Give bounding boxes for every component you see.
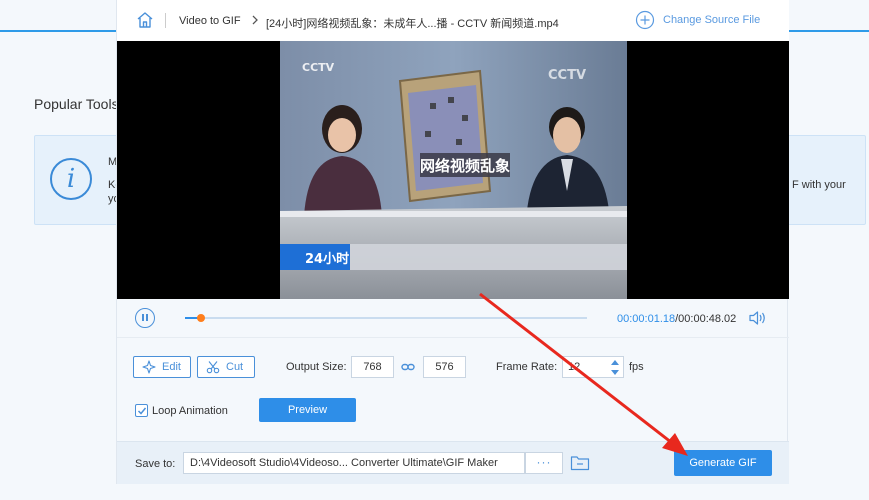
save-bar: Save to: D:\4Videosoft Studio\4Videoso..… [117, 441, 789, 484]
edit-sparkle-icon [142, 360, 156, 374]
controls-divider [117, 337, 789, 338]
volume-icon[interactable] [749, 310, 767, 326]
news-broadcast-image: 网络视频乱象 CCTV CCTV 24小时 [280, 41, 627, 299]
scissors-icon [206, 361, 220, 374]
time-display: 00:00:01.18/00:00:48.02 [617, 313, 736, 325]
breadcrumb-separator [165, 13, 166, 28]
edit-label: Edit [162, 361, 181, 373]
save-to-label: Save to: [135, 458, 176, 470]
cut-button[interactable]: Cut [197, 356, 255, 378]
fps-label: fps [629, 361, 644, 373]
browse-button[interactable]: ··· [525, 452, 563, 474]
home-icon[interactable] [135, 10, 155, 30]
screen-title-text: 网络视频乱象 [420, 157, 510, 175]
frame-rate-increment[interactable] [611, 360, 619, 365]
cut-label: Cut [226, 361, 244, 373]
channel-logo-right: CCTV [548, 68, 586, 83]
progress-knob[interactable] [197, 314, 206, 322]
channel-logo-left: CCTV [302, 61, 335, 74]
loop-animation-checkbox[interactable] [135, 404, 148, 417]
total-time: /00:00:48.02 [675, 313, 737, 325]
folder-icon[interactable] [570, 454, 590, 471]
change-source-label: Change Source File [663, 14, 761, 26]
frame-rate-label: Frame Rate: [496, 361, 558, 373]
generate-gif-button[interactable]: Generate GIF [674, 450, 772, 476]
video-preview[interactable]: 网络视频乱象 CCTV CCTV 24小时 [117, 41, 789, 299]
top-bar: Video to GIF [24小时]网络视频乱象：未成年人...播 - CCT… [117, 0, 789, 41]
change-source-file-button[interactable]: Change Source File [635, 9, 760, 31]
checkmark-icon [137, 407, 147, 415]
output-width-input[interactable]: 768 [351, 356, 394, 378]
progress-slider[interactable] [185, 314, 587, 322]
frame-rate-decrement[interactable] [611, 370, 619, 375]
info-card-text-right: F with your [792, 179, 846, 191]
info-icon: i [50, 158, 92, 200]
add-circle-icon [635, 10, 655, 30]
breadcrumb-file-name: [24小时]网络视频乱象：未成年人...播 - CCTV 新闻频道.mp4 [266, 18, 559, 30]
breadcrumb-video-to-gif[interactable]: Video to GIF [179, 15, 241, 27]
edit-button[interactable]: Edit [133, 356, 191, 378]
video-frame: 网络视频乱象 CCTV CCTV 24小时 [280, 41, 627, 299]
popular-tools-heading: Popular Tools [34, 96, 119, 112]
gif-maker-panel: Video to GIF [24小时]网络视频乱象：未成年人...播 - CCT… [116, 0, 789, 484]
output-height-input[interactable]: 576 [423, 356, 466, 378]
loop-animation-label: Loop Animation [152, 405, 228, 417]
chevron-right-icon [252, 15, 258, 25]
preview-button[interactable]: Preview [259, 398, 356, 422]
current-time: 00:00:01.18 [617, 313, 676, 325]
save-path-field[interactable]: D:\4Videosoft Studio\4Videoso... Convert… [183, 452, 525, 474]
program-tag-text: 24小时 [305, 251, 349, 267]
link-icon[interactable] [401, 361, 415, 373]
pause-button[interactable] [135, 308, 155, 328]
output-size-label: Output Size: [286, 361, 347, 373]
